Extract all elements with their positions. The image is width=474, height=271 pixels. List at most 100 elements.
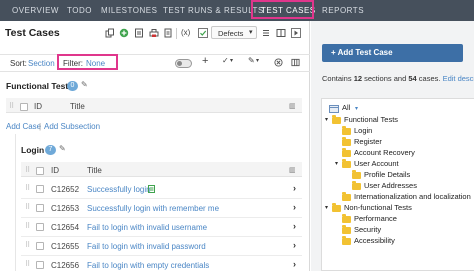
- columns-icon[interactable]: ▥: [289, 102, 296, 110]
- tree-item-login[interactable]: Login: [354, 126, 372, 135]
- defects-dropdown[interactable]: Defects ▾: [211, 26, 257, 39]
- document-icon[interactable]: [163, 28, 173, 38]
- row-checkbox[interactable]: [36, 204, 44, 212]
- tree-item-profile-details[interactable]: Profile Details: [364, 170, 410, 179]
- row-checkbox[interactable]: [36, 223, 44, 231]
- tree-item-performance[interactable]: Performance: [354, 214, 397, 223]
- edit-description-link[interactable]: Edit descr: [443, 74, 474, 83]
- add-icon[interactable]: +: [202, 55, 208, 67]
- functional-column-header: [6, 98, 302, 113]
- chevron-right-icon[interactable]: ›: [293, 221, 296, 231]
- row-checkbox[interactable]: [36, 261, 44, 269]
- export-icon[interactable]: [134, 28, 144, 38]
- badge-count: 7: [48, 146, 53, 153]
- tree-item-register[interactable]: Register: [354, 137, 382, 146]
- edit-icon[interactable]: ✎: [248, 56, 255, 65]
- folder-icon: [342, 137, 351, 146]
- column-title[interactable]: Title: [70, 102, 85, 111]
- drag-handle-icon[interactable]: ⠿: [25, 185, 30, 193]
- filter-value-link[interactable]: None: [86, 59, 105, 68]
- row-divider: [21, 217, 302, 218]
- tree-item-user-addresses[interactable]: User Addresses: [364, 181, 417, 190]
- variables-button[interactable]: (x): [181, 28, 190, 37]
- folder-icon: [342, 192, 351, 201]
- badge-count: 0: [70, 82, 75, 89]
- columns-icon[interactable]: ▥: [289, 166, 296, 174]
- tree-item-account-recovery[interactable]: Account Recovery: [354, 148, 415, 157]
- folder-icon: [342, 126, 351, 135]
- nav-reports[interactable]: REPORTS: [322, 6, 364, 15]
- sort-value-link[interactable]: Section: [28, 59, 55, 68]
- edit-icon[interactable]: ✎: [81, 80, 88, 89]
- row-divider: [21, 236, 302, 237]
- add-test-case-label: + Add Test Case: [331, 48, 393, 57]
- main-panel: Test Cases (x) Defects ▾ Sort: Section F…: [0, 21, 310, 271]
- row-checkbox[interactable]: [36, 185, 44, 193]
- drag-handle-icon[interactable]: ⠿: [25, 167, 30, 175]
- nav-test-runs[interactable]: TEST RUNS & RESULTS: [163, 6, 264, 15]
- add-case-link[interactable]: Add Case: [6, 122, 41, 131]
- column-title[interactable]: Title: [87, 166, 102, 175]
- row-checkbox[interactable]: [36, 242, 44, 250]
- tree-item-functional-tests[interactable]: Functional Tests: [344, 115, 398, 124]
- print-icon[interactable]: [149, 28, 159, 38]
- check-icon[interactable]: [198, 28, 208, 38]
- expand-toggle-icon[interactable]: ▾: [325, 116, 328, 123]
- chevron-down-icon[interactable]: ▾: [355, 105, 358, 112]
- select-all-checkbox[interactable]: [20, 103, 28, 111]
- chevron-right-icon[interactable]: ›: [293, 183, 296, 193]
- drag-handle-icon[interactable]: ⠿: [9, 103, 14, 111]
- case-title-link[interactable]: Fail to login with invalid username: [87, 223, 207, 232]
- chevron-down-icon: ▾: [249, 29, 253, 36]
- add-test-case-button[interactable]: + Add Test Case: [322, 44, 463, 62]
- filter-toggle[interactable]: [175, 59, 192, 68]
- tree-item-accessibility[interactable]: Accessibility: [354, 236, 395, 245]
- columns-icon[interactable]: [276, 28, 286, 38]
- nav-todo[interactable]: TODO: [67, 6, 92, 15]
- chevron-right-icon[interactable]: ›: [293, 202, 296, 212]
- tree-item-internationalization[interactable]: Internationalization and localization: [354, 192, 474, 201]
- folder-icon: [342, 236, 351, 245]
- expand-toggle-icon[interactable]: ▾: [335, 160, 338, 167]
- case-title-link[interactable]: Successfully login: [87, 185, 151, 194]
- folder-icon: [342, 148, 351, 157]
- chevron-right-icon[interactable]: ›: [293, 240, 296, 250]
- select-all-checkbox[interactable]: [36, 167, 44, 175]
- column-id[interactable]: ID: [34, 102, 42, 111]
- edit-note-icon[interactable]: [148, 184, 156, 193]
- case-title-link[interactable]: Fail to login with empty credentials: [87, 261, 209, 270]
- all-sections-link[interactable]: All: [342, 103, 350, 112]
- clear-icon[interactable]: [274, 58, 283, 67]
- check-mark-icon[interactable]: ✓: [222, 56, 229, 65]
- columns-settings-icon[interactable]: [291, 58, 300, 67]
- copy-icon[interactable]: [105, 28, 115, 38]
- tree-item-non-functional-tests[interactable]: Non-functional Tests: [344, 203, 412, 212]
- folder-icon: [352, 181, 361, 190]
- page-title: Test Cases: [5, 27, 60, 39]
- drag-handle-icon[interactable]: ⠿: [25, 242, 30, 250]
- add-circle-icon[interactable]: [119, 28, 129, 38]
- drag-handle-icon[interactable]: ⠿: [25, 204, 30, 212]
- top-nav: OVERVIEW TODO MILESTONES TEST RUNS & RES…: [0, 0, 474, 21]
- case-title-link[interactable]: Successfully login with remember me: [87, 204, 219, 213]
- drag-handle-icon[interactable]: ⠿: [25, 261, 30, 269]
- filter-label: Filter:: [63, 59, 83, 68]
- tree-item-user-account[interactable]: User Account: [354, 159, 399, 168]
- case-id: C12654: [51, 223, 80, 232]
- expand-toggle-icon[interactable]: ▾: [325, 204, 328, 211]
- chevron-right-icon[interactable]: ›: [293, 259, 296, 269]
- play-icon[interactable]: [291, 28, 301, 38]
- nav-milestones[interactable]: MILESTONES: [101, 6, 157, 15]
- nav-overview[interactable]: OVERVIEW: [12, 6, 59, 15]
- list-icon[interactable]: [261, 28, 271, 38]
- tree-item-security[interactable]: Security: [354, 225, 381, 234]
- case-title-link[interactable]: Fail to login with invalid password: [87, 242, 206, 251]
- case-id: C12655: [51, 242, 80, 251]
- column-id[interactable]: ID: [51, 166, 59, 175]
- add-subsection-link[interactable]: Add Subsection: [44, 122, 100, 131]
- row-divider: [21, 198, 302, 199]
- edit-icon[interactable]: ✎: [59, 144, 66, 153]
- defects-label: Defects: [218, 29, 244, 38]
- drag-handle-icon[interactable]: ⠿: [25, 223, 30, 231]
- case-id: C12653: [51, 204, 80, 213]
